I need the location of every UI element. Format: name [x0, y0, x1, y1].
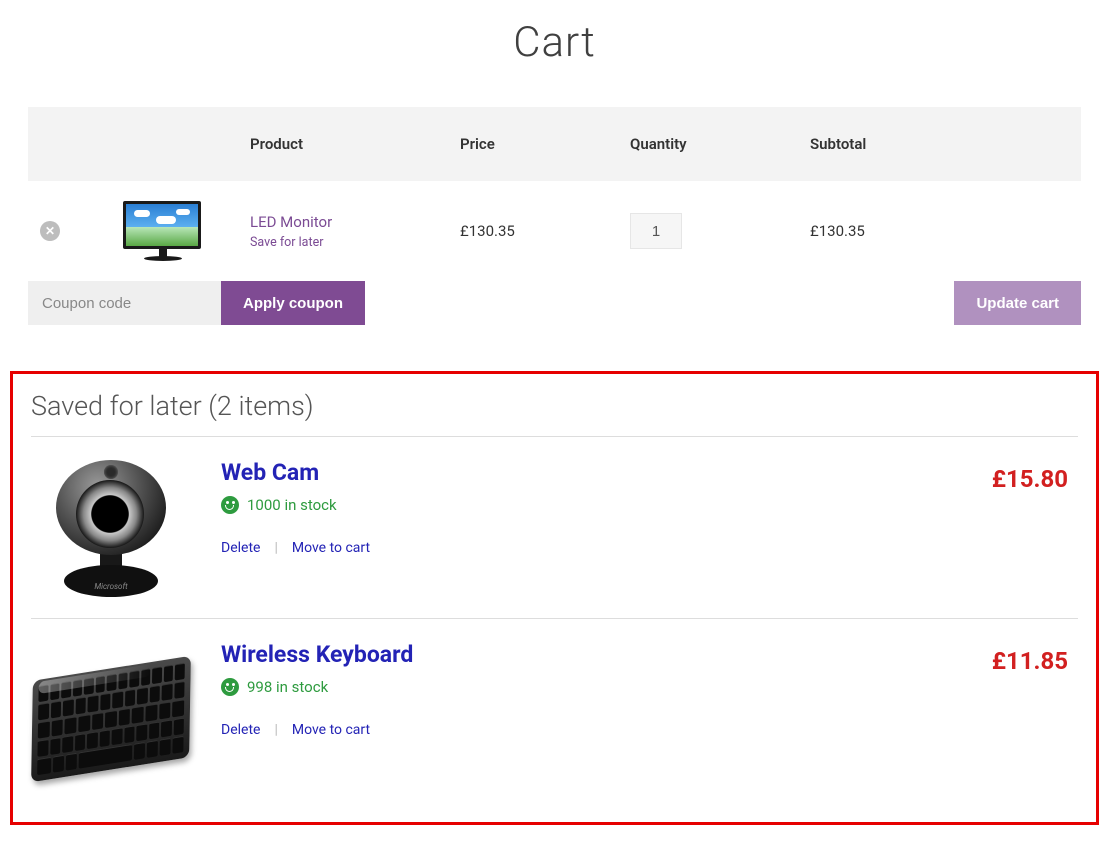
- cart-table: Product Price Quantity Subtotal ✕: [28, 107, 1081, 281]
- col-thumb-header: [88, 107, 238, 181]
- cart-row: ✕: [28, 181, 1081, 281]
- stock-text: 998 in stock: [247, 678, 328, 696]
- saved-price: £11.85: [958, 637, 1078, 675]
- col-quantity-header: Quantity: [618, 107, 798, 181]
- close-icon: ✕: [45, 224, 55, 238]
- apply-coupon-button[interactable]: Apply coupon: [221, 281, 365, 325]
- remove-item-button[interactable]: ✕: [40, 221, 60, 241]
- stock-status: 1000 in stock: [221, 496, 928, 514]
- col-subtotal-header: Subtotal: [798, 107, 1081, 181]
- move-to-cart-link[interactable]: Move to cart: [292, 540, 370, 556]
- saved-price: £15.80: [958, 455, 1078, 493]
- save-for-later-link[interactable]: Save for later: [250, 235, 436, 250]
- saved-product-name[interactable]: Wireless Keyboard: [221, 641, 413, 668]
- product-thumbnail[interactable]: [123, 201, 203, 261]
- action-separator: |: [274, 722, 277, 738]
- saved-for-later-section: Saved for later (2 items) Microsoft Web …: [10, 371, 1099, 825]
- saved-title: Saved for later (2 items): [31, 386, 1078, 436]
- saved-item: Wireless Keyboard 998 in stock Delete | …: [31, 618, 1078, 800]
- stock-status: 998 in stock: [221, 678, 928, 696]
- saved-product-name[interactable]: Web Cam: [221, 459, 319, 486]
- delete-saved-link[interactable]: Delete: [221, 540, 260, 556]
- coupon-code-input[interactable]: [28, 281, 221, 325]
- col-price-header: Price: [448, 107, 618, 181]
- stock-text: 1000 in stock: [247, 496, 337, 514]
- col-product-header: Product: [238, 107, 448, 181]
- cart-actions: Apply coupon Update cart: [28, 281, 1081, 325]
- delete-saved-link[interactable]: Delete: [221, 722, 260, 738]
- smile-icon: [221, 678, 239, 696]
- quantity-input[interactable]: [630, 213, 682, 249]
- saved-item: Microsoft Web Cam 1000 in stock Delete |: [31, 436, 1078, 618]
- action-separator: |: [274, 540, 277, 556]
- item-price: £130.35: [448, 181, 618, 281]
- page-title: Cart: [28, 0, 1081, 107]
- saved-thumbnail[interactable]: Microsoft: [31, 455, 191, 600]
- item-subtotal: £130.35: [798, 181, 1081, 281]
- product-name-link[interactable]: LED Monitor: [250, 213, 332, 231]
- move-to-cart-link[interactable]: Move to cart: [292, 722, 370, 738]
- col-remove-header: [28, 107, 88, 181]
- saved-thumbnail[interactable]: [31, 637, 191, 782]
- update-cart-button[interactable]: Update cart: [954, 281, 1081, 325]
- smile-icon: [221, 496, 239, 514]
